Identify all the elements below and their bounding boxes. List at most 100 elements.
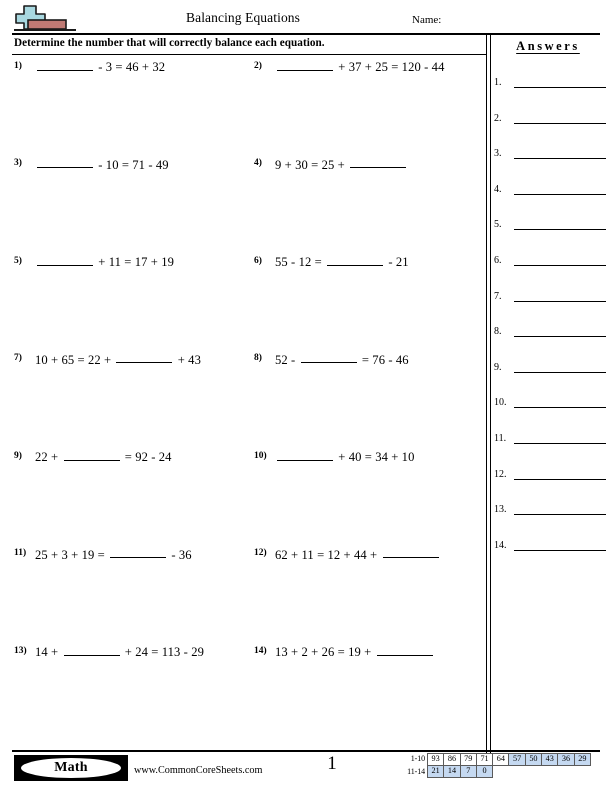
answer-blank-line[interactable] <box>514 183 606 195</box>
header-divider <box>12 33 600 35</box>
answer-blank[interactable] <box>37 156 93 169</box>
equation: 22 + = 92 - 24 <box>35 448 172 465</box>
score-cell-empty <box>574 765 591 779</box>
answer-blank[interactable] <box>63 643 120 656</box>
equation-suffix: + 43 <box>174 352 201 367</box>
answer-blank-line[interactable] <box>514 147 606 160</box>
answer-row: 12. <box>494 466 606 480</box>
equation: 25 + 3 + 19 = - 36 <box>35 546 192 563</box>
equation-suffix: + 24 = 113 - 29 <box>121 644 204 659</box>
answer-number: 5. <box>494 219 502 231</box>
problem-number: 7) <box>14 353 22 364</box>
problem-item: 10) + 40 = 34 + 10 <box>254 448 484 465</box>
problem-item: 9) 22 + = 92 - 24 <box>14 448 246 465</box>
problem-number: 1) <box>14 60 22 71</box>
score-cell-empty <box>541 765 558 779</box>
equation-prefix: 10 + 65 = 22 + <box>35 352 115 367</box>
answer-row: 7. <box>494 288 606 302</box>
equation: - 10 = 71 - 49 <box>35 156 169 173</box>
problem-row: 9) 22 + = 92 - 24 10) + 40 = 34 + 10 <box>0 448 486 546</box>
equation-prefix: 52 - <box>275 352 299 367</box>
score-row-label: 11-14 <box>407 766 425 776</box>
equation: + 11 = 17 + 19 <box>35 253 174 270</box>
answer-blank[interactable] <box>300 351 357 364</box>
answer-blank-line[interactable] <box>514 325 606 338</box>
answers-panel: Answers 1. 2. 3. 4. 5. 6. 7. 8. 9. 10. 11. 12. 13. 14… <box>492 36 610 556</box>
answer-row: 1. <box>494 74 606 88</box>
problem-number: 11) <box>14 548 27 559</box>
answer-row: 6. <box>494 252 606 266</box>
answer-number: 1. <box>494 77 502 88</box>
answer-blank-line[interactable] <box>514 290 606 302</box>
equation-suffix: + 40 = 34 + 10 <box>335 449 415 464</box>
problem-number: 4) <box>254 158 262 169</box>
answer-blank-line[interactable] <box>514 112 606 124</box>
equation-suffix: = 76 - 46 <box>358 352 409 367</box>
answer-row: 13. <box>494 501 606 516</box>
answers-divider-inner <box>490 33 491 758</box>
score-cell: 14 <box>443 764 461 778</box>
answer-blank[interactable] <box>110 546 167 559</box>
equation-suffix: - 3 = 46 + 32 <box>95 59 166 74</box>
problem-number: 5) <box>14 255 22 266</box>
problem-row: 1) - 3 = 46 + 32 2) + 37 + 25 = 120 - 44 <box>0 58 486 156</box>
answer-blank[interactable] <box>37 253 93 266</box>
equation: 13 + 2 + 26 = 19 + <box>275 643 435 660</box>
answer-blank[interactable] <box>63 448 120 461</box>
answer-blank-line[interactable] <box>514 503 606 516</box>
answer-row: 2. <box>494 110 606 124</box>
answer-blank-line[interactable] <box>514 396 606 409</box>
problem-number: 8) <box>254 353 262 364</box>
instruction-text: Determine the number that will correctly… <box>14 37 325 49</box>
answer-blank-line[interactable] <box>514 218 606 231</box>
answer-blank[interactable] <box>382 546 439 559</box>
equation-prefix: 13 + 2 + 26 = 19 + <box>275 644 375 659</box>
math-brand-label: Math <box>21 758 121 778</box>
score-cell: 7 <box>459 764 477 778</box>
equation-prefix: 55 - 12 = <box>275 254 326 269</box>
answer-blank[interactable] <box>376 643 433 656</box>
answer-blank-line[interactable] <box>514 468 606 480</box>
problem-number: 14) <box>254 645 267 656</box>
page-number: 1 <box>327 753 337 774</box>
problem-number: 6) <box>254 255 262 266</box>
answer-blank[interactable] <box>277 58 333 71</box>
problem-item: 8) 52 - = 76 - 46 <box>254 351 484 368</box>
answer-blank[interactable] <box>327 253 384 266</box>
answer-blank-line[interactable] <box>514 76 606 88</box>
equation: - 3 = 46 + 32 <box>35 58 165 75</box>
score-cell-empty <box>492 765 509 779</box>
answer-blank-line[interactable] <box>514 254 606 266</box>
equation-suffix: = 92 - 24 <box>121 449 172 464</box>
equation: 9 + 30 = 25 + <box>275 156 408 173</box>
problem-item: 3) - 10 = 71 - 49 <box>14 156 246 173</box>
problem-item: 14) 13 + 2 + 26 = 19 + <box>254 643 484 660</box>
answer-row: 10. <box>494 394 606 409</box>
answer-number: 13. <box>494 504 507 516</box>
answer-blank[interactable] <box>116 351 173 364</box>
answer-blank[interactable] <box>37 58 93 71</box>
equation: 55 - 12 = - 21 <box>275 253 409 270</box>
problem-item: 4) 9 + 30 = 25 + <box>254 156 484 173</box>
answer-blank-line[interactable] <box>514 539 606 551</box>
answer-number: 7. <box>494 290 502 302</box>
equation-prefix: 14 + <box>35 644 62 659</box>
answer-row: 14. <box>494 537 606 551</box>
problem-number: 9) <box>14 450 22 461</box>
equation-prefix: 25 + 3 + 19 = <box>35 547 109 562</box>
equation-prefix: 22 + <box>35 449 62 464</box>
problem-number: 10) <box>254 450 267 461</box>
score-cell-empty <box>508 765 525 779</box>
answer-number: 12. <box>494 468 507 480</box>
answer-blank-line[interactable] <box>514 361 606 373</box>
equation-suffix: - 21 <box>385 254 409 269</box>
equation-suffix: - 10 = 71 - 49 <box>95 157 169 172</box>
equation-suffix: + 37 + 25 = 120 - 44 <box>335 59 445 74</box>
equation-prefix: 62 + 11 = 12 + 44 + <box>275 547 381 562</box>
answer-blank[interactable] <box>350 156 407 169</box>
answer-blank[interactable] <box>277 448 333 461</box>
answer-blank-line[interactable] <box>514 432 606 444</box>
problem-number: 12) <box>254 548 267 559</box>
equation-suffix: + 11 = 17 + 19 <box>95 254 175 269</box>
equation-prefix: 9 + 30 = 25 + <box>275 157 349 172</box>
